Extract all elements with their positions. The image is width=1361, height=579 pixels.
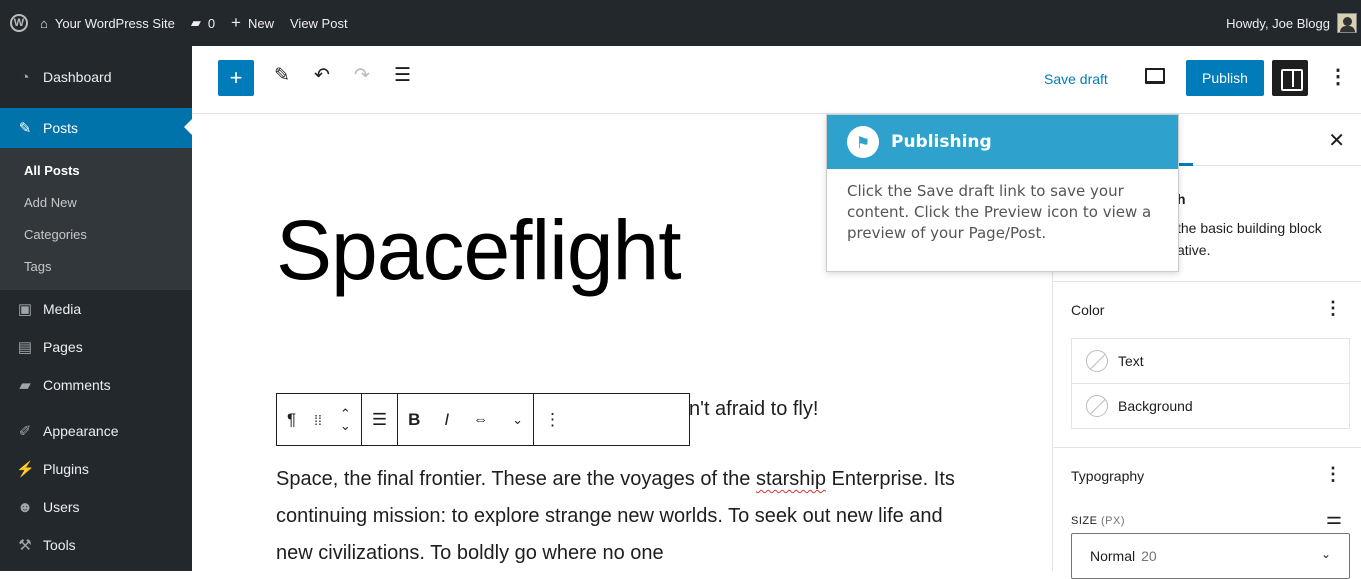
bold-icon[interactable]: B [408, 410, 420, 430]
settings-toggle-icon[interactable] [1272, 60, 1308, 96]
tools-pencil-icon[interactable]: ✎ [274, 64, 290, 87]
sidebar-item-media[interactable]: ▣ Media [0, 290, 192, 328]
users-icon: ☻ [17, 498, 33, 516]
drag-handle-icon[interactable]: ⁞⁞ [314, 412, 322, 428]
submenu-categories[interactable]: Categories [0, 218, 192, 250]
submenu-tags[interactable]: Tags [0, 250, 192, 282]
post-title[interactable]: Spaceflight [276, 200, 682, 300]
plus-icon: + [231, 13, 241, 32]
sidebar-item-appearance[interactable]: ✐ Appearance [0, 412, 192, 450]
home-icon: ⌂ [40, 15, 48, 31]
color-section-title: Color [1071, 302, 1105, 318]
save-draft-button[interactable]: Save draft [1044, 71, 1108, 87]
posts-submenu: All Posts Add New Categories Tags [0, 148, 192, 290]
block-description: the basic building block ative. [1177, 220, 1322, 258]
brush-icon: ✐ [18, 423, 32, 440]
block-options-icon[interactable]: ⋮ [544, 410, 561, 430]
color-options-icon[interactable]: ⋮ [1324, 298, 1342, 319]
tooltip-header: ⚑ Publishing [827, 115, 1178, 169]
empty-swatch-icon [1086, 350, 1108, 372]
media-icon: ▣ [17, 301, 33, 318]
paragraph-block[interactable]: Space, the final frontier. These are the… [276, 461, 976, 572]
block-toolbar: ¶ ⁞⁞ ⌃ ⌄ ☰ B I ⇔ ⌄ ⋮ [276, 393, 690, 446]
avatar [1337, 13, 1357, 33]
tooltip-body: Click the Save draft link to save your c… [847, 182, 1152, 242]
submenu-all-posts[interactable]: All Posts [0, 154, 192, 186]
sidebar-item-tools[interactable]: ⚒ Tools [0, 526, 192, 564]
sidebar-item-posts[interactable]: ✎ Posts [0, 108, 192, 148]
sidebar-item-plugins[interactable]: ⚡ Plugins [0, 450, 192, 488]
publish-button[interactable]: Publish [1186, 60, 1264, 96]
typography-title: Typography [1071, 468, 1145, 484]
move-up-down-icon[interactable]: ⌃ ⌄ [340, 407, 351, 432]
preview-icon[interactable] [1145, 68, 1165, 84]
admin-sidebar: ◔ Dashboard ✎ Posts All Posts Add New Cate… [0, 46, 192, 571]
typography-options-icon[interactable]: ⋮ [1324, 464, 1342, 485]
close-icon[interactable]: ✕ [1328, 128, 1345, 153]
publishing-tooltip: ⚑ Publishing Click the Save draft link t… [826, 114, 1179, 272]
sidebar-item-dashboard[interactable]: ◔ Dashboard [0, 46, 192, 108]
typography-section: Typography ⋮ SIZE (PX) ⚌ Normal 20 ⌄ [1053, 447, 1361, 579]
pin-icon: ✎ [18, 120, 32, 137]
view-post-link[interactable]: View Post [282, 0, 356, 46]
color-section: Color ⋮ Text Background [1053, 281, 1361, 447]
pages-icon: ▤ [17, 339, 33, 356]
more-options-icon[interactable]: ⋮ [1328, 64, 1348, 89]
empty-swatch-icon [1086, 395, 1108, 417]
sidebar-item-users[interactable]: ☻ Users [0, 488, 192, 526]
link-icon[interactable]: ⇔ [473, 411, 488, 428]
undo-icon[interactable]: ↶ [314, 64, 330, 87]
wrench-icon: ⚒ [18, 537, 32, 554]
account-menu[interactable]: Howdy, Joe Blogg [1226, 0, 1361, 46]
site-name-link[interactable]: ⌂ Your WordPress Site [32, 0, 183, 46]
background-color-option[interactable]: Background [1071, 383, 1350, 429]
document-outline-icon[interactable]: ☰ [394, 64, 411, 87]
new-content-link[interactable]: + New [223, 0, 282, 46]
redo-icon[interactable]: ↷ [354, 64, 370, 87]
paragraph-icon[interactable]: ¶ [287, 410, 296, 430]
custom-size-icon[interactable]: ⚌ [1326, 508, 1342, 529]
add-block-button[interactable]: + [218, 60, 254, 96]
chevron-down-icon: ⌄ [1320, 547, 1331, 561]
admin-bar: W ⌂ Your WordPress Site ▰ 0 + New View Post… [0, 0, 1361, 46]
comment-bubble-icon: ▰ [190, 15, 201, 30]
align-icon[interactable]: ☰ [372, 410, 387, 430]
text-color-option[interactable]: Text [1071, 338, 1350, 384]
italic-icon[interactable]: I [444, 410, 449, 430]
sidebar-item-comments[interactable]: ▰ Comments [0, 366, 192, 404]
editor-toolbar: + ✎ ↶ ↷ ☰ Save draft Publish ⋮ [192, 46, 1361, 114]
comments-icon: ▰ [19, 377, 31, 394]
flag-icon: ⚑ [847, 126, 879, 158]
heading-block[interactable]: n't afraid to fly! [689, 398, 818, 421]
plus-icon: + [229, 65, 243, 90]
font-size-label: SIZE (PX) [1071, 515, 1126, 527]
active-tab-indicator [1177, 163, 1193, 166]
comments-link[interactable]: ▰ 0 [183, 0, 223, 46]
plugin-icon: ⚡ [16, 461, 35, 478]
submenu-add-new[interactable]: Add New [0, 186, 192, 218]
wordpress-logo-icon[interactable]: W [10, 14, 28, 32]
chevron-down-icon[interactable]: ⌄ [512, 412, 523, 428]
sidebar-item-pages[interactable]: ▤ Pages [0, 328, 192, 366]
font-size-select[interactable]: Normal 20 ⌄ [1071, 533, 1350, 579]
dashboard-icon: ◔ [20, 68, 30, 86]
